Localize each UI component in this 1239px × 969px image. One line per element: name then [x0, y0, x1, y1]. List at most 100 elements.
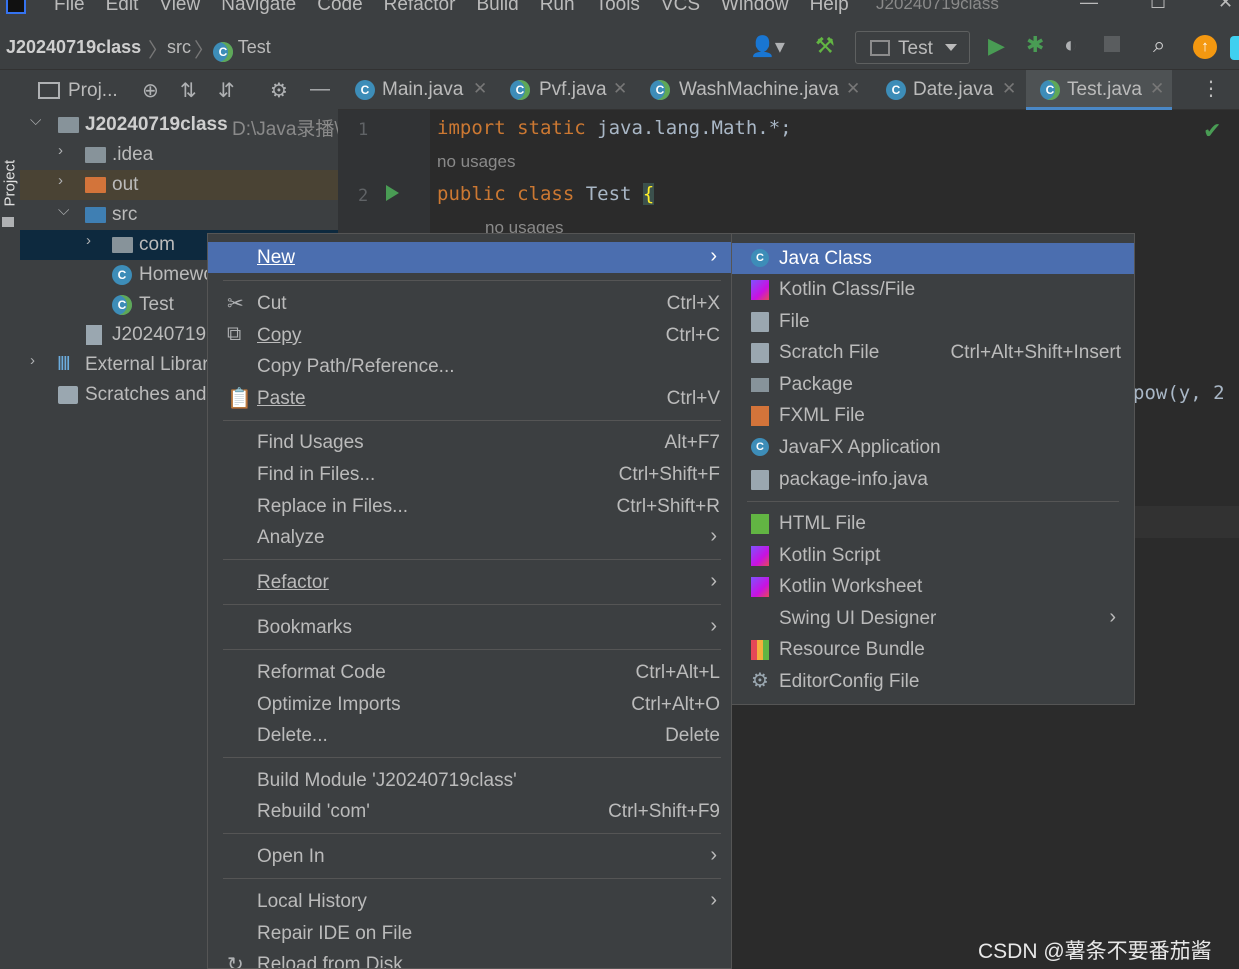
expand-all-icon[interactable]: ⇅: [180, 78, 197, 103]
tab-main-java[interactable]: C Main.java ✕: [338, 70, 488, 110]
coverage-icon[interactable]: ◐: [1064, 32, 1077, 58]
menu-item-find-usages[interactable]: Find Usages Alt+F7: [208, 427, 731, 458]
menu-item-local-history[interactable]: Local History ›: [208, 886, 731, 917]
breadcrumb-src[interactable]: src: [167, 37, 191, 58]
menu-file[interactable]: File: [54, 0, 85, 16]
code-fragment-pow[interactable]: pow(y, 2: [1133, 382, 1225, 404]
submenu-item-scratch-file[interactable]: Scratch File Ctrl+Alt+Shift+Insert: [732, 337, 1134, 368]
close-window-icon[interactable]: ✕: [1218, 0, 1233, 13]
chevron-right-icon[interactable]: ›: [30, 352, 35, 369]
project-view-dropdown[interactable]: Proj...: [68, 80, 118, 102]
submenu-item-javafx-application[interactable]: C JavaFX Application: [732, 432, 1134, 463]
submenu-item-package[interactable]: Package: [732, 369, 1134, 400]
menu-item-find-in-files[interactable]: Find in Files... Ctrl+Shift+F: [208, 459, 731, 490]
menu-item-delete[interactable]: Delete... Delete: [208, 720, 731, 751]
submenu-item-resource-bundle[interactable]: Resource Bundle: [732, 634, 1134, 665]
menu-item-rebuild[interactable]: Rebuild 'com' Ctrl+Shift+F9: [208, 796, 731, 827]
submenu-item-editorconfig[interactable]: ⚙ EditorConfig File: [732, 666, 1134, 697]
run-gutter-icon[interactable]: [386, 185, 399, 201]
menu-refactor[interactable]: Refactor: [384, 0, 456, 16]
menu-tools[interactable]: Tools: [596, 0, 640, 16]
breadcrumb-project[interactable]: J20240719class: [6, 37, 141, 58]
submenu-item-package-info[interactable]: package-info.java: [732, 464, 1134, 495]
gear-icon[interactable]: ⚙: [270, 78, 288, 103]
no-problems-check-icon[interactable]: ✔: [1203, 118, 1221, 144]
maximize-icon[interactable]: ☐: [1150, 0, 1166, 13]
tab-test-java[interactable]: C Test.java ✕: [1026, 70, 1172, 110]
menu-navigate[interactable]: Navigate: [221, 0, 296, 16]
tree-item-src[interactable]: ⌵ src: [20, 200, 338, 230]
submenu-item-kotlin-worksheet[interactable]: Kotlin Worksheet: [732, 571, 1134, 602]
menu-item-analyze[interactable]: Analyze ›: [208, 522, 731, 553]
tab-date-java[interactable]: C Date.java ✕: [872, 70, 1020, 110]
tree-item-idea[interactable]: › .idea: [20, 140, 338, 170]
code-line-class[interactable]: public class Test {: [437, 183, 655, 205]
chevron-right-icon[interactable]: ›: [58, 142, 63, 159]
menu-separator: [223, 649, 721, 650]
menu-edit[interactable]: Edit: [106, 0, 139, 16]
breadcrumb-file[interactable]: C Test: [213, 37, 271, 62]
chevron-right-icon[interactable]: ›: [86, 232, 91, 249]
submenu-item-file[interactable]: File: [732, 306, 1134, 337]
menu-item-build-module[interactable]: Build Module 'J20240719class': [208, 765, 731, 796]
close-tab-icon[interactable]: ✕: [1002, 79, 1016, 99]
hide-panel-icon[interactable]: —: [310, 78, 330, 101]
submenu-item-html-file[interactable]: HTML File: [732, 508, 1134, 539]
menu-item-paste[interactable]: 📋 Paste Ctrl+V: [208, 383, 731, 414]
more-tabs-icon[interactable]: ⋮: [1201, 76, 1221, 101]
close-tab-icon[interactable]: ✕: [473, 79, 487, 99]
submenu-item-fxml-file[interactable]: FXML File: [732, 400, 1134, 431]
menu-item-reload-from-disk[interactable]: ↻ Reload from Disk: [208, 949, 731, 968]
menu-item-copy[interactable]: ⧉ Copy Ctrl+C: [208, 320, 731, 351]
chevron-right-icon[interactable]: ›: [58, 172, 63, 189]
module-folder-icon: [58, 117, 79, 133]
update-icon[interactable]: ↑: [1193, 35, 1217, 59]
menu-item-refactor[interactable]: Refactor ›: [208, 567, 731, 598]
menu-window[interactable]: Window: [721, 0, 789, 16]
package-info-icon: [751, 470, 769, 490]
collapse-all-icon[interactable]: ⇵: [218, 78, 235, 103]
menu-item-copy-path[interactable]: Copy Path/Reference...: [208, 351, 731, 382]
tab-pvf-java[interactable]: C Pvf.java ✕: [496, 70, 636, 110]
runnable-class-icon: C: [510, 80, 530, 100]
submenu-item-kotlin-script[interactable]: Kotlin Script: [732, 540, 1134, 571]
user-icon[interactable]: 👤▾: [750, 34, 785, 59]
menu-item-open-in[interactable]: Open In ›: [208, 841, 731, 872]
menu-vcs[interactable]: VCS: [661, 0, 700, 16]
code-line-import[interactable]: import static java.lang.Math.*;: [437, 117, 792, 139]
close-tab-icon[interactable]: ✕: [846, 79, 860, 99]
project-tool-window-button[interactable]: Project: [2, 143, 19, 207]
menu-run[interactable]: Run: [540, 0, 575, 16]
search-icon[interactable]: ⌕: [1153, 32, 1165, 58]
menu-item-repair-ide[interactable]: Repair IDE on File: [208, 918, 731, 949]
submenu-item-swing-ui-designer[interactable]: Swing UI Designer ›: [732, 603, 1134, 634]
submenu-item-java-class[interactable]: C Java Class: [732, 243, 1134, 274]
chevron-down-icon[interactable]: ⌵: [58, 202, 69, 219]
tab-washmachine-java[interactable]: C WashMachine.java ✕: [636, 70, 868, 110]
usage-hint[interactable]: no usages: [437, 152, 515, 172]
stop-icon[interactable]: [1104, 36, 1120, 52]
menu-view[interactable]: View: [159, 0, 200, 16]
menu-code[interactable]: Code: [317, 0, 362, 16]
tree-item-out[interactable]: › out: [20, 170, 338, 200]
menu-item-optimize-imports[interactable]: Optimize Imports Ctrl+Alt+O: [208, 689, 731, 720]
minimize-icon[interactable]: —: [1080, 0, 1098, 13]
close-tab-icon[interactable]: ✕: [1150, 79, 1164, 99]
menu-item-new[interactable]: New ›: [208, 242, 731, 273]
locate-icon[interactable]: ⊕: [142, 78, 159, 103]
debug-icon[interactable]: ✱: [1026, 32, 1044, 58]
menu-build[interactable]: Build: [476, 0, 518, 16]
menu-item-replace-in-files[interactable]: Replace in Files... Ctrl+Shift+R: [208, 491, 731, 522]
menu-help[interactable]: Help: [810, 0, 849, 16]
menu-item-bookmarks[interactable]: Bookmarks ›: [208, 612, 731, 643]
run-icon[interactable]: ▶: [988, 33, 1005, 59]
chevron-down-icon[interactable]: ⌵: [30, 112, 41, 129]
plugin-icon[interactable]: [1230, 36, 1239, 60]
run-configuration-select[interactable]: Test: [855, 31, 970, 64]
menu-item-reformat-code[interactable]: Reformat Code Ctrl+Alt+L: [208, 657, 731, 688]
tree-item-project-root[interactable]: ⌵ J20240719class D:\Java录播\: [20, 110, 338, 140]
submenu-item-kotlin-class[interactable]: Kotlin Class/File: [732, 274, 1134, 305]
build-hammer-icon[interactable]: ⚒: [815, 33, 835, 59]
menu-item-cut[interactable]: ✂ Cut Ctrl+X: [208, 288, 731, 319]
close-tab-icon[interactable]: ✕: [613, 79, 627, 99]
